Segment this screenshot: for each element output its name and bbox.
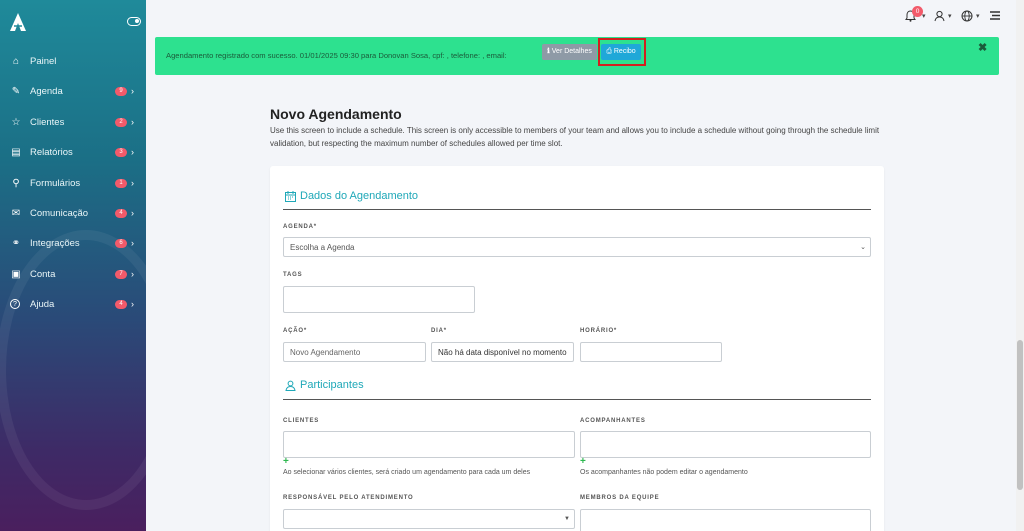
count-badge: 4 <box>115 208 127 218</box>
divider <box>283 399 871 400</box>
sidebar-item-label: Comunicação <box>30 207 89 219</box>
briefcase-icon: ▣ <box>11 268 21 280</box>
chevron-right-icon: › <box>131 86 134 96</box>
responsavel-label: RESPONSÁVEL PELO ATENDIMENTO <box>283 495 414 501</box>
chevron-right-icon: › <box>131 117 134 127</box>
responsavel-select[interactable]: ▼ <box>283 509 575 529</box>
sidebar-item-relatorios[interactable]: ▤ Relatórios 3 › <box>0 141 146 163</box>
dia-value: Não há data disponível no momento <box>438 347 567 357</box>
acompanhantes-label: ACOMPANHANTES <box>580 418 646 424</box>
tags-label: TAGS <box>283 272 303 278</box>
view-details-label: Ver Detalhes <box>551 48 592 55</box>
chevron-right-icon: › <box>131 238 134 248</box>
acompanhantes-input[interactable] <box>580 431 871 458</box>
add-companion-icon[interactable]: + <box>580 456 586 467</box>
highlight-box <box>598 38 646 66</box>
count-badge: 7 <box>115 269 127 279</box>
chevron-right-icon: › <box>131 299 134 309</box>
add-client-icon[interactable]: + <box>283 456 289 467</box>
alert-message: Agendamento registrado com sucesso. 01/0… <box>166 51 507 60</box>
view-details-button[interactable]: ℹ Ver Detalhes <box>542 44 597 60</box>
chevron-down-icon: ▼ <box>564 516 570 522</box>
section-schedule-title: Dados do Agendamento <box>285 190 418 202</box>
membros-input[interactable] <box>580 509 871 531</box>
sidebar-item-label: Ajuda <box>30 298 55 310</box>
agenda-label: AGENDA* <box>283 224 317 230</box>
count-badge: 3 <box>115 147 127 157</box>
sidebar-item-ajuda[interactable]: ? Ajuda 4 › <box>0 293 146 315</box>
home-icon: ⌂ <box>12 55 20 67</box>
dia-input[interactable]: Não há data disponível no momento <box>431 342 574 362</box>
section-schedule-label: Dados do Agendamento <box>300 190 419 202</box>
globe-icon[interactable] <box>961 10 973 22</box>
sidebar-item-label: Agenda <box>30 85 63 97</box>
chevron-right-icon: › <box>131 208 134 218</box>
calendar-icon <box>285 190 296 202</box>
sidebar-item-formularios[interactable]: ⚲ Formulários 1 › <box>0 172 146 194</box>
count-badge: 4 <box>115 299 127 309</box>
sidebar-toggle-icon[interactable] <box>127 17 141 26</box>
star-icon: ☆ <box>11 116 21 128</box>
sidebar-item-label: Formulários <box>30 177 81 189</box>
user-icon[interactable] <box>934 10 945 22</box>
mail-icon: ✉ <box>11 207 21 219</box>
sidebar-item-label: Clientes <box>30 116 65 128</box>
section-participants-title: Participantes <box>285 379 364 391</box>
chevron-down-icon[interactable]: ▾ <box>948 12 952 20</box>
acao-label: AÇÃO* <box>283 328 308 334</box>
page-description: Use this screen to include a schedule. T… <box>270 126 880 148</box>
page-title: Novo Agendamento <box>270 106 402 122</box>
brand-logo[interactable] <box>9 12 27 32</box>
count-badge: 1 <box>115 178 127 188</box>
close-icon[interactable]: ✖ <box>978 41 987 54</box>
acompanhantes-help: Os acompanhantes não podem editar o agen… <box>580 469 748 476</box>
chevron-right-icon: › <box>131 178 134 188</box>
help-icon: ? <box>10 299 20 309</box>
user-icon <box>285 380 296 391</box>
membros-label: MEMBROS DA EQUIPE <box>580 495 660 501</box>
acao-placeholder: Novo Agendamento <box>290 347 361 357</box>
sidebar-item-label: Relatórios <box>30 146 73 158</box>
chevron-down-icon[interactable]: ▾ <box>922 12 926 20</box>
section-participants-label: Participantes <box>300 379 364 391</box>
sidebar-item-conta[interactable]: ▣ Conta 7 › <box>0 263 146 285</box>
sidebar-item-painel[interactable]: ⌂ Painel <box>0 50 146 72</box>
scrollbar-thumb[interactable] <box>1017 340 1023 490</box>
sidebar-item-label: Painel <box>30 55 57 67</box>
clientes-help: Ao selecionar vários clientes, será cria… <box>283 469 531 476</box>
chevron-down-icon: ⌄ <box>860 244 866 251</box>
dia-label: DIA* <box>431 328 447 334</box>
info-icon: ℹ <box>547 48 550 55</box>
chevron-down-icon[interactable]: ▾ <box>976 12 980 20</box>
clientes-label: CLIENTES <box>283 418 320 424</box>
agenda-select-value: Escolha a Agenda <box>290 242 355 252</box>
book-icon: ▤ <box>11 146 21 158</box>
clientes-input[interactable] <box>283 431 575 458</box>
sidebar-item-integracoes[interactable]: ⚭ Integrações 6 › <box>0 232 146 254</box>
search-icon: ⚲ <box>12 177 20 189</box>
divider <box>283 209 871 210</box>
edit-icon: ✎ <box>11 85 21 97</box>
count-badge: 9 <box>115 86 127 96</box>
sidebar-item-label: Integrações <box>30 237 80 249</box>
sidebar-item-comunicacao[interactable]: ✉ Comunicação 4 › <box>0 202 146 224</box>
sidebar-item-agenda[interactable]: ✎ Agenda 9 › <box>0 80 146 102</box>
agenda-select[interactable]: Escolha a Agenda ⌄ <box>283 237 871 257</box>
sidebar-item-label: Conta <box>30 268 56 280</box>
horario-input[interactable] <box>580 342 722 362</box>
tags-input[interactable] <box>283 286 475 313</box>
count-badge: 6 <box>115 238 127 248</box>
acao-input[interactable]: Novo Agendamento <box>283 342 426 362</box>
sidebar-item-clientes[interactable]: ☆ Clientes 2 › <box>0 111 146 133</box>
menu-icon[interactable] <box>990 11 1000 20</box>
horario-label: HORÁRIO* <box>580 328 618 334</box>
link-icon: ⚭ <box>11 237 21 249</box>
chevron-right-icon: › <box>131 147 134 157</box>
count-badge: 2 <box>115 117 127 127</box>
chevron-right-icon: › <box>131 269 134 279</box>
